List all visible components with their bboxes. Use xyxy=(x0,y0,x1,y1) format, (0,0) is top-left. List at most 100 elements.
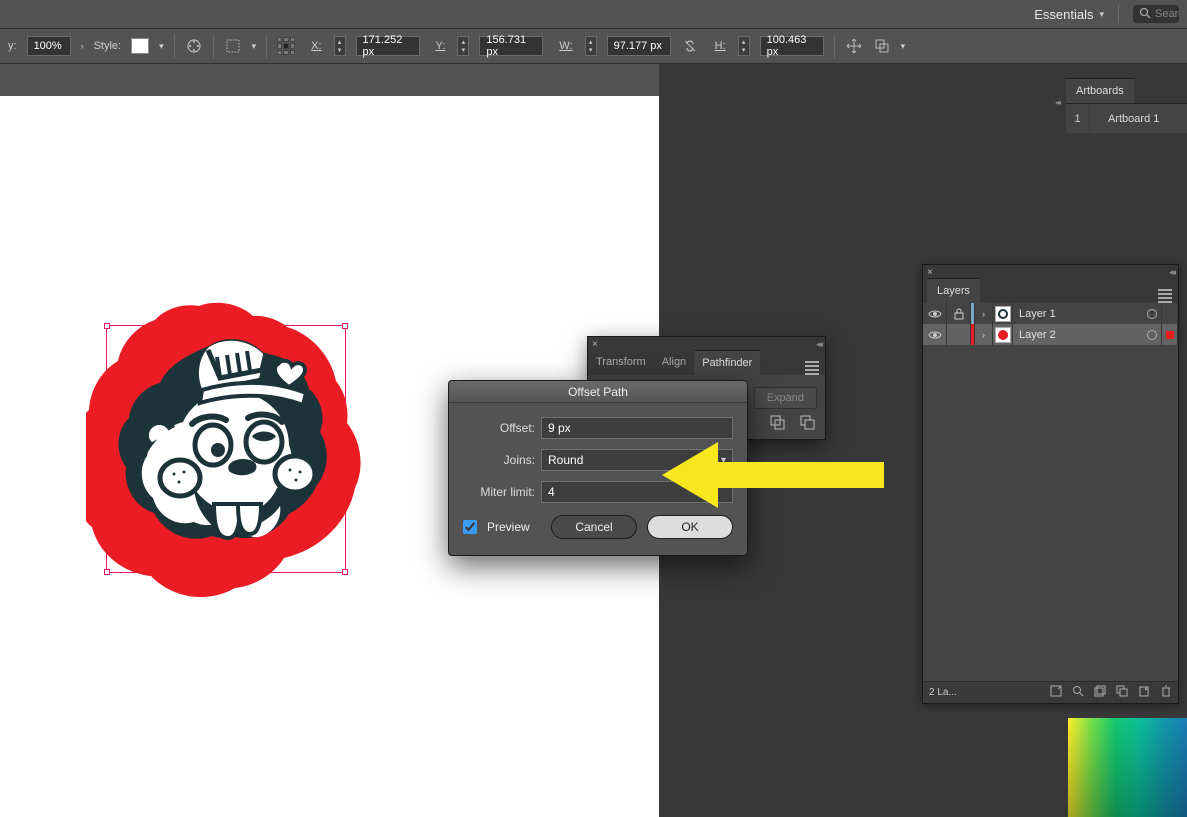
collapse-icon[interactable]: ◂◂ xyxy=(1169,267,1174,278)
w-field[interactable]: 97.177 px xyxy=(607,36,671,56)
recolor-icon[interactable] xyxy=(185,37,203,55)
eye-icon xyxy=(928,330,942,340)
isolate-icon[interactable] xyxy=(873,37,891,55)
preview-label: Preview xyxy=(487,520,530,534)
panel-tabs: Artboards xyxy=(1066,78,1187,104)
artboard-name: Artboard 1 xyxy=(1090,113,1159,125)
opacity-label: y: xyxy=(8,40,17,52)
miter-limit-label: Miter limit: xyxy=(463,485,541,499)
workspace-switcher[interactable]: Essentials ▾ xyxy=(1034,7,1104,22)
tab-transform[interactable]: Transform xyxy=(588,350,654,375)
locate-object-icon[interactable] xyxy=(1050,685,1062,700)
collapse-icon[interactable]: ◂◂ xyxy=(816,339,821,350)
link-wh-icon[interactable] xyxy=(681,37,699,55)
app-menubar: Essentials ▾ Search xyxy=(0,0,1187,28)
offset-input[interactable] xyxy=(541,417,733,439)
make-clipping-mask-icon[interactable] xyxy=(1094,685,1106,700)
lock-icon xyxy=(954,308,964,320)
w-label: W: xyxy=(559,40,572,52)
layer-thumbnail xyxy=(993,324,1013,345)
y-label: Y: xyxy=(436,40,446,52)
selection-indicator xyxy=(1162,303,1178,324)
layer-row[interactable]: › Layer 2 xyxy=(923,324,1178,345)
separator xyxy=(266,34,267,58)
tab-pathfinder[interactable]: Pathfinder xyxy=(694,350,760,375)
disclosure-toggle[interactable]: › xyxy=(975,303,993,324)
cancel-button[interactable]: Cancel xyxy=(551,515,637,539)
selected-artwork[interactable] xyxy=(86,302,366,597)
color-panel[interactable] xyxy=(1068,718,1187,817)
align-to-icon[interactable] xyxy=(224,37,242,55)
offset-label: Offset: xyxy=(463,421,541,435)
eye-icon xyxy=(928,309,942,319)
tab-artboards[interactable]: Artboards xyxy=(1066,78,1134,103)
workspace-label: Essentials xyxy=(1034,7,1093,22)
graphic-style-swatch[interactable] xyxy=(131,38,149,54)
miter-limit-input[interactable] xyxy=(541,481,733,503)
search-placeholder: Search xyxy=(1155,8,1179,20)
new-sublayer-icon[interactable] xyxy=(1116,685,1128,700)
panel-menu-icon[interactable] xyxy=(805,361,819,375)
separator xyxy=(174,34,175,58)
layers-empty-area xyxy=(923,345,1178,681)
chevron-down-icon[interactable]: ▾ xyxy=(252,41,257,52)
trash-icon[interactable] xyxy=(1160,685,1172,700)
panel-titlebar[interactable]: × ◂◂ xyxy=(588,337,825,351)
h-field[interactable]: 100.463 px xyxy=(760,36,824,56)
y-stepper[interactable]: ▴▾ xyxy=(457,36,469,56)
shape-mode-icon[interactable] xyxy=(769,414,785,433)
joins-select[interactable]: Round xyxy=(541,449,733,471)
x-field[interactable]: 171.252 px xyxy=(356,36,420,56)
lock-toggle[interactable] xyxy=(947,324,971,345)
document-tab-bar xyxy=(0,64,659,96)
panel-menu-icon[interactable] xyxy=(1158,289,1172,303)
target-icon[interactable] xyxy=(1142,324,1162,345)
transform-icon[interactable] xyxy=(845,37,863,55)
layers-panel: × ◂◂ Layers › Layer 1 › Layer 2 2 La... xyxy=(922,264,1179,704)
w-stepper[interactable]: ▴▾ xyxy=(585,36,597,56)
panel-tabs: Transform Align Pathfinder xyxy=(588,351,825,375)
expand-button[interactable]: Expand xyxy=(754,387,817,409)
visibility-toggle[interactable] xyxy=(923,324,947,345)
target-icon[interactable] xyxy=(1142,303,1162,324)
close-icon[interactable]: × xyxy=(592,339,598,350)
style-label: Style: xyxy=(94,40,122,52)
panel-collapse-icon[interactable]: ◂◂ xyxy=(1051,98,1063,106)
separator xyxy=(1118,5,1119,23)
panel-titlebar[interactable]: × ◂◂ xyxy=(923,265,1178,279)
layer-name[interactable]: Layer 2 xyxy=(1013,329,1142,341)
layer-name[interactable]: Layer 1 xyxy=(1013,308,1142,320)
x-stepper[interactable]: ▴▾ xyxy=(334,36,346,56)
h-label: H: xyxy=(715,40,726,52)
opacity-field[interactable]: 100% xyxy=(27,36,71,56)
search-icon[interactable] xyxy=(1072,685,1084,700)
y-field[interactable]: 156.731 px xyxy=(479,36,543,56)
layers-footer: 2 La... xyxy=(923,681,1178,703)
chevron-down-icon[interactable]: ▾ xyxy=(159,41,164,52)
ok-button[interactable]: OK xyxy=(647,515,733,539)
layer-row[interactable]: › Layer 1 xyxy=(923,303,1178,324)
offset-path-dialog: Offset Path Offset: Joins: Round Miter l… xyxy=(448,380,748,556)
tab-layers[interactable]: Layers xyxy=(927,278,980,303)
control-bar: y: 100% › Style: ▾ ▾ X: ▴▾ 171.252 px Y:… xyxy=(0,28,1187,64)
new-layer-icon[interactable] xyxy=(1138,685,1150,700)
separator xyxy=(213,34,214,58)
shape-mode-icon[interactable] xyxy=(799,414,815,433)
separator xyxy=(834,34,835,58)
search-box[interactable]: Search xyxy=(1133,5,1179,23)
artboard-row[interactable]: 1 Artboard 1 xyxy=(1066,104,1187,134)
x-label: X: xyxy=(311,40,321,52)
joins-label: Joins: xyxy=(463,453,541,467)
reference-point-grid[interactable] xyxy=(277,37,295,55)
tab-align[interactable]: Align xyxy=(654,350,694,375)
disclosure-toggle[interactable]: › xyxy=(975,324,993,345)
visibility-toggle[interactable] xyxy=(923,303,947,324)
dialog-title[interactable]: Offset Path xyxy=(449,381,747,403)
chevron-down-icon[interactable]: › xyxy=(81,41,84,51)
lock-toggle[interactable] xyxy=(947,303,971,324)
close-icon[interactable]: × xyxy=(927,267,933,278)
chevron-down-icon[interactable]: ▾ xyxy=(901,41,906,52)
preview-checkbox[interactable] xyxy=(463,520,477,534)
artboard-number: 1 xyxy=(1066,104,1090,133)
h-stepper[interactable]: ▴▾ xyxy=(738,36,750,56)
